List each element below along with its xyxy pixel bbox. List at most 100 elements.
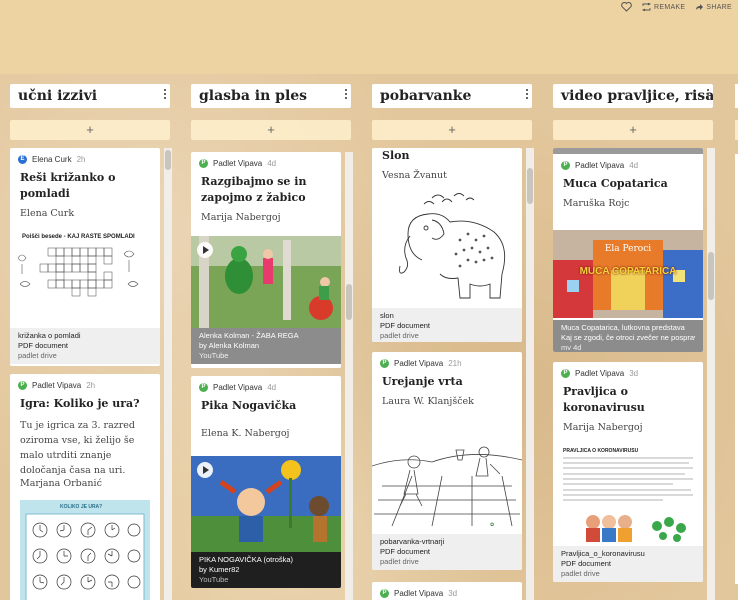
column-title[interactable]: učni izzivi (10, 84, 170, 108)
column-scrollbar[interactable] (164, 148, 172, 600)
remake-icon (642, 3, 651, 11)
attachment-type: PDF document (561, 559, 612, 568)
attachment-bar[interactable]: križanka o pomladi PDF document padlet d… (10, 328, 160, 364)
column-scrollbar[interactable] (707, 148, 715, 600)
column-title[interactable]: video pravljice, risanke (553, 84, 713, 108)
story-document-preview[interactable]: PRAVLJICA O KORONAVIRUSU (553, 442, 703, 546)
scrollbar-thumb[interactable] (527, 168, 533, 204)
attachment-author: by Kumer82 (199, 565, 240, 574)
post-title: Slon (382, 149, 410, 162)
post-time: 21h (448, 358, 462, 368)
attachment-bar[interactable]: Pravljica_o_koronavirusu PDF document pa… (553, 546, 703, 582)
column-scrollbar[interactable] (345, 152, 353, 600)
attachment-bar[interactable]: PIKA NOGAVIČKA (otroška) by Kumer82 YouT… (191, 552, 341, 588)
author-name: Padlet Vipava (32, 380, 82, 390)
post-title: Igra: Koliko je ura? (20, 397, 140, 410)
author-name: Padlet Vipava (575, 160, 625, 170)
scrollbar-thumb[interactable] (708, 252, 714, 300)
top-header: REMAKE SHARE (0, 0, 738, 74)
post-title: Reši križanko o pomladi (20, 171, 116, 200)
post-author: P Padlet Vipava 2h (10, 374, 160, 390)
author-name: Padlet Vipava (575, 368, 625, 378)
remake-button[interactable]: REMAKE (642, 3, 685, 11)
like-button[interactable] (621, 2, 632, 12)
scrollbar-thumb[interactable] (165, 150, 171, 170)
post-title: Urejanje vrta (382, 375, 463, 388)
attachment-description: Kaj se zgodi, če otroci zvečer ne pospra… (561, 333, 695, 342)
post-card[interactable]: P Padlet Vipava 4d Pika Nogavička Elena … (191, 376, 341, 588)
crossword-grid (17, 247, 139, 297)
play-icon[interactable] (197, 462, 213, 478)
post-card[interactable]: P Padlet Vipava 2h Igra: Koliko je ura? … (10, 374, 160, 600)
crossword-preview[interactable]: Poišči besede - KAJ RASTE SPOMLADI (10, 228, 160, 306)
post-subtitle: Maruška Rojc (563, 198, 630, 209)
share-icon (696, 4, 704, 10)
attachment-source: padlet drive (561, 569, 600, 578)
document-text-lines (563, 457, 693, 542)
garden-illustration: ✿ (372, 446, 522, 528)
clocks-illustration (25, 513, 145, 600)
post-author: P Padlet Vipava 4d (553, 154, 703, 170)
column-title-text: pobarvanke (380, 88, 472, 104)
post-card[interactable]: P Padlet Vipava 4d Razgibajmo se in zapo… (191, 152, 341, 368)
svg-text:✿: ✿ (490, 522, 494, 528)
post-title: Pika Nogavička (201, 399, 297, 412)
attachment-bar[interactable]: Alenka Kolman - ŽABA REGA by Alenka Kolm… (191, 328, 341, 364)
post-card[interactable]: Slon Vesna Žvanut slon PDF document padl… (372, 148, 522, 342)
avatar: P (380, 588, 389, 598)
share-button[interactable]: SHARE (695, 3, 732, 11)
column-scrollbar[interactable] (526, 148, 534, 600)
attachment-name: križanka o pomladi (18, 331, 81, 340)
post-card[interactable]: P Padlet Vipava 21h Urejanje vrta Laura … (372, 352, 522, 570)
video-thumbnail[interactable] (191, 456, 341, 552)
column-title[interactable]: pobarvanke (372, 84, 532, 108)
post-subtitle: Marija Nabergoj (563, 422, 643, 433)
video-thumbnail[interactable] (191, 236, 341, 328)
post-body: Tu je igrica za 3. razred oziroma vse, k… (20, 420, 135, 476)
attachment-bar[interactable]: slon PDF document padlet drive (372, 308, 522, 342)
attachment-source: YouTube (199, 575, 229, 584)
attachment-bar[interactable]: Muca Copatarica, lutkovna predstava Kaj … (553, 320, 703, 352)
post-card[interactable]: P Padlet Vipava 4d Muca Copatarica Maruš… (553, 148, 703, 352)
post-time: 2h (86, 380, 96, 390)
column-title-text: glasba in ples (199, 88, 308, 104)
post-card[interactable]: E Elena Curk 2h Reši križanko o pomladi … (10, 148, 160, 366)
elephant-coloring-preview[interactable] (372, 190, 522, 306)
scrollbar-thumb[interactable] (346, 284, 352, 320)
column-pobarvanke: pobarvanke + Slon Vesna Žvanut slon PDF … (372, 74, 534, 600)
post-card[interactable]: P Padlet Vipava 3d (372, 582, 522, 600)
column-title[interactable]: glasba in ples (191, 84, 351, 108)
add-post-button[interactable]: + (191, 120, 351, 140)
add-post-button[interactable]: + (372, 120, 532, 140)
add-post-button[interactable]: + (10, 120, 170, 140)
image-caption-author: Ela Peroci (604, 244, 652, 254)
column-menu-icon[interactable] (345, 89, 349, 101)
play-icon[interactable] (197, 242, 213, 258)
column-ucni-izzivi: učni izzivi + E Elena Curk 2h Reši križa… (10, 74, 172, 600)
attachment-name: pobarvanka-vrtnarji (380, 537, 445, 546)
column-video-pravljice: video pravljice, risanke + P Padlet Vipa… (553, 74, 715, 600)
image-caption-title: MUCA COPATARICA (579, 266, 677, 277)
clock-worksheet-preview[interactable]: KOLIKO JE URA? (20, 500, 150, 600)
post-author: P Padlet Vipava 3d (372, 582, 522, 598)
garden-coloring-preview[interactable]: ✿ (372, 426, 522, 532)
column-menu-icon[interactable] (707, 89, 711, 101)
post-subtitle: Laura W. Klanjšček (382, 396, 474, 407)
add-post-button[interactable]: + (553, 120, 713, 140)
author-name: Padlet Vipava (213, 158, 263, 168)
attachment-type: PDF document (18, 341, 69, 350)
post-subtitle: Vesna Žvanut (382, 170, 447, 181)
post-author: P Padlet Vipava 21h (372, 352, 522, 368)
video-thumbnail[interactable]: Ela Peroci MUCA COPATARICA (553, 230, 703, 318)
attachment-type: PDF document (380, 321, 431, 330)
column-menu-icon[interactable] (526, 89, 530, 101)
attachment-bar[interactable]: pobarvanka-vrtnarji PDF document padlet … (372, 534, 522, 570)
avatar: P (380, 358, 389, 368)
attachment-source: YouTube (199, 351, 229, 360)
column-menu-icon[interactable] (164, 89, 168, 101)
share-label: SHARE (706, 3, 732, 11)
post-author: P Padlet Vipava 3d (553, 362, 703, 378)
post-card[interactable]: P Padlet Vipava 3d Pravljica o koronavir… (553, 362, 703, 582)
elephant-illustration (399, 193, 506, 299)
avatar: P (561, 160, 570, 170)
